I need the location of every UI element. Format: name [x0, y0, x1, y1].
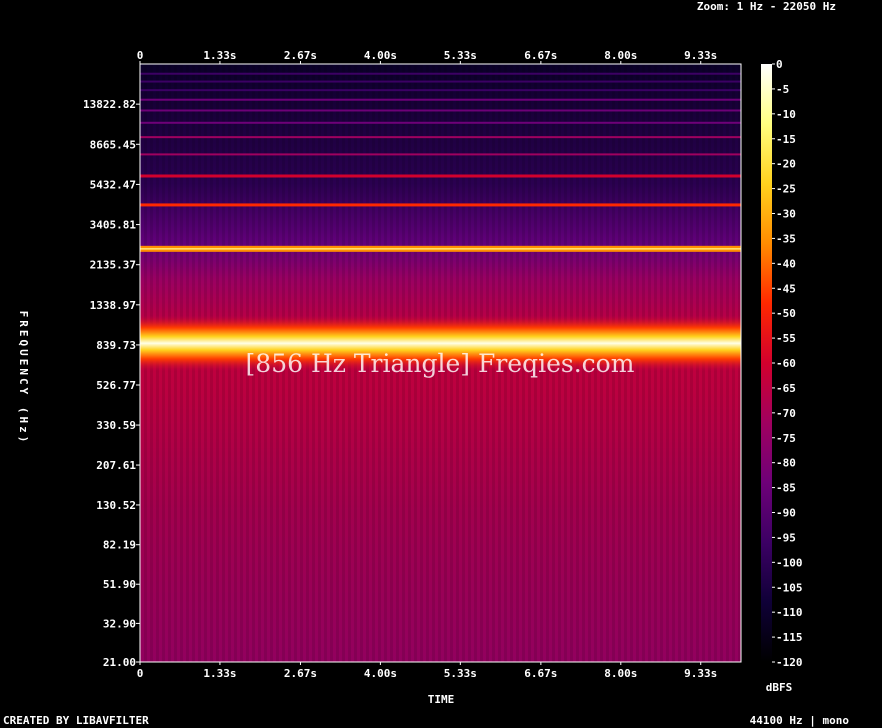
colorbar-tick-label: -35 [776, 232, 796, 245]
y-tick-label: 839.73 [96, 339, 136, 352]
y-tick-label: 2135.37 [90, 259, 136, 272]
spectrogram-figure: Zoom: 1 Hz - 22050 Hz 0 1.33s 2.67s 4.00s 5.… [3, 0, 850, 727]
harmonic-band [140, 98, 741, 101]
colorbar-tick-label: -110 [776, 606, 803, 619]
x-tick-label: 6.67s [524, 667, 557, 680]
harmonic-band [140, 153, 741, 156]
y-tick-label: 330.59 [96, 419, 136, 432]
x-tick-label: 5.33s [444, 49, 477, 62]
colorbar-ticks: 0 -5 -10 -15 -20 -25 -30 -35 -40 -45 -50 -55 -60 -65 -… [772, 58, 803, 669]
harmonic-band [140, 72, 741, 75]
x-axis-label: TIME [428, 693, 455, 706]
y-tick-label: 21.00 [103, 656, 136, 669]
y-tick-label: 130.52 [96, 499, 136, 512]
x-tick-label: 5.33s [444, 667, 477, 680]
x-tick-label: 1.33s [203, 49, 236, 62]
x-tick-label: 9.33s [684, 667, 717, 680]
colorbar-tick-label: -40 [776, 257, 796, 270]
harmonic-band-core [140, 248, 741, 250]
colorbar-tick-label: -105 [776, 581, 803, 594]
harmonic-band [140, 80, 741, 83]
x-tick-label: 9.33s [684, 49, 717, 62]
colorbar-tick-label: -120 [776, 656, 803, 669]
x-tick-label: 6.67s [524, 49, 557, 62]
colorbar-tick-label: -85 [776, 482, 796, 495]
y-tick-label: 32.90 [103, 617, 136, 630]
colorbar-tick-label: -20 [776, 158, 796, 171]
colorbar-unit-label: dBFS [766, 681, 793, 694]
harmonic-band [140, 174, 741, 178]
harmonic-band [140, 89, 741, 92]
y-tick-label: 82.19 [103, 539, 136, 552]
y-axis-label: FREQUENCY (Hz) [17, 311, 30, 446]
colorbar-tick-label: -115 [776, 631, 803, 644]
colorbar-tick-label: -30 [776, 208, 796, 221]
y-tick-label: 207.61 [96, 459, 136, 472]
harmonic-band [140, 136, 741, 139]
x-tick-label: 0 [137, 49, 144, 62]
x-tick-label: 4.00s [364, 667, 397, 680]
x-ticks-top: 0 1.33s 2.67s 4.00s 5.33s 6.67s 8.00s 9.33s [137, 49, 717, 64]
colorbar-tick-label: -90 [776, 507, 796, 520]
x-tick-label: 8.00s [604, 667, 637, 680]
zoom-label: Zoom: 1 Hz - 22050 Hz [697, 0, 836, 13]
plot-area: [856 Hz Triangle] Freqies.com [139, 63, 742, 663]
footer-sample-info: 44100 Hz | mono [750, 714, 850, 727]
y-tick-label: 1338.97 [90, 299, 136, 312]
colorbar-tick-label: -70 [776, 407, 796, 420]
colorbar-tick-label: 0 [776, 58, 783, 71]
footer-credit: CREATED BY LIBAVFILTER [3, 714, 149, 727]
colorbar-tick-label: -25 [776, 183, 796, 196]
x-tick-label: 2.67s [284, 49, 317, 62]
colorbar-tick-label: -10 [776, 108, 796, 121]
x-tick-label: 1.33s [203, 667, 236, 680]
watermark-text: [856 Hz Triangle] Freqies.com [246, 349, 635, 378]
harmonic-band [140, 109, 741, 112]
colorbar-gradient [761, 64, 772, 662]
colorbar: 0 -5 -10 -15 -20 -25 -30 -35 -40 -45 -50 -55 -60 -65 -… [761, 58, 803, 669]
colorbar-tick-label: -60 [776, 357, 796, 370]
colorbar-tick-label: -100 [776, 556, 803, 569]
y-tick-label: 51.90 [103, 578, 136, 591]
colorbar-tick-label: -55 [776, 332, 796, 345]
y-tick-label: 3405.81 [90, 219, 137, 232]
colorbar-tick-label: -80 [776, 457, 796, 470]
y-tick-label: 13822.82 [83, 98, 136, 111]
y-axis: 13822.82 8665.45 5432.47 3405.81 2135.37 1338… [83, 98, 140, 669]
y-tick-label: 526.77 [96, 379, 136, 392]
harmonic-band [140, 121, 741, 124]
y-tick-label: 8665.45 [90, 138, 136, 151]
colorbar-tick-label: -5 [776, 83, 789, 96]
y-tick-label: 5432.47 [90, 178, 136, 191]
colorbar-tick-label: -50 [776, 307, 796, 320]
colorbar-tick-label: -95 [776, 531, 796, 544]
x-tick-label: 8.00s [604, 49, 637, 62]
harmonic-band [140, 203, 741, 207]
x-ticks-bottom: 0 1.33s 2.67s 4.00s 5.33s 6.67s 8.00s 9.33s [137, 662, 717, 680]
x-tick-label: 4.00s [364, 49, 397, 62]
x-tick-label: 0 [137, 667, 144, 680]
colorbar-tick-label: -45 [776, 282, 796, 295]
colorbar-tick-label: -75 [776, 432, 796, 445]
colorbar-tick-label: -15 [776, 133, 796, 146]
x-tick-label: 2.67s [284, 667, 317, 680]
colorbar-tick-label: -65 [776, 382, 796, 395]
